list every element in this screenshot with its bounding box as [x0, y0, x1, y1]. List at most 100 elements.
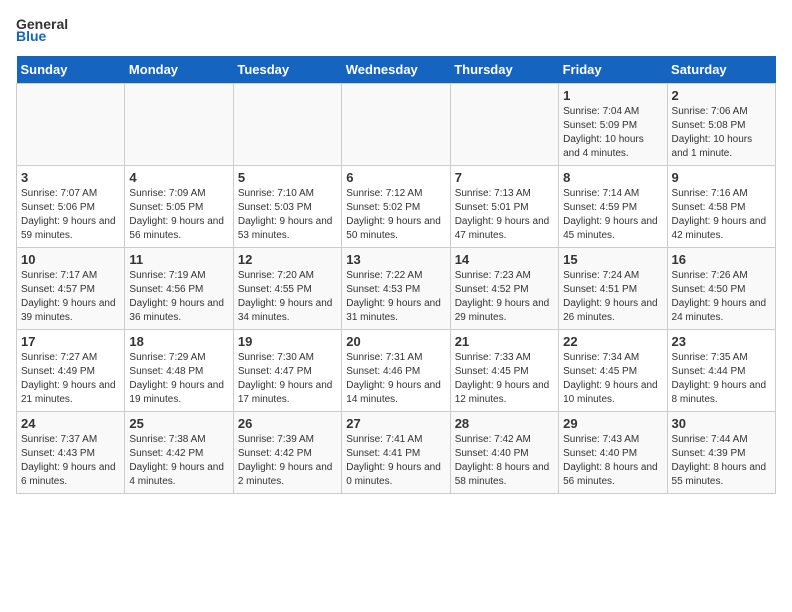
day-info: Sunrise: 7:14 AM Sunset: 4:59 PM Dayligh… [563, 187, 662, 243]
day-header-wednesday: Wednesday [342, 56, 450, 84]
calendar-cell [233, 84, 341, 166]
day-info: Sunrise: 7:22 AM Sunset: 4:53 PM Dayligh… [346, 269, 445, 325]
day-info: Sunrise: 7:10 AM Sunset: 5:03 PM Dayligh… [238, 187, 337, 243]
day-number: 11 [129, 252, 228, 267]
calendar-cell: 10 Sunrise: 7:17 AM Sunset: 4:57 PM Dayli… [17, 248, 125, 330]
day-info: Sunrise: 7:17 AM Sunset: 4:57 PM Dayligh… [21, 269, 120, 325]
day-header-monday: Monday [125, 56, 233, 84]
day-info: Sunrise: 7:07 AM Sunset: 5:06 PM Dayligh… [21, 187, 120, 243]
day-header-friday: Friday [559, 56, 667, 84]
calendar-cell: 20 Sunrise: 7:31 AM Sunset: 4:46 PM Dayli… [342, 330, 450, 412]
day-info: Sunrise: 7:37 AM Sunset: 4:43 PM Dayligh… [21, 433, 120, 489]
day-header-saturday: Saturday [667, 56, 775, 84]
day-number: 12 [238, 252, 337, 267]
calendar-cell: 8 Sunrise: 7:14 AM Sunset: 4:59 PM Daylig… [559, 166, 667, 248]
calendar-cell [450, 84, 558, 166]
day-number: 16 [672, 252, 771, 267]
day-number: 5 [238, 170, 337, 185]
day-info: Sunrise: 7:09 AM Sunset: 5:05 PM Dayligh… [129, 187, 228, 243]
day-number: 27 [346, 416, 445, 431]
day-number: 21 [455, 334, 554, 349]
day-info: Sunrise: 7:31 AM Sunset: 4:46 PM Dayligh… [346, 351, 445, 407]
day-number: 26 [238, 416, 337, 431]
day-info: Sunrise: 7:20 AM Sunset: 4:55 PM Dayligh… [238, 269, 337, 325]
day-number: 19 [238, 334, 337, 349]
day-info: Sunrise: 7:44 AM Sunset: 4:39 PM Dayligh… [672, 433, 771, 489]
day-header-tuesday: Tuesday [233, 56, 341, 84]
week-row-4: 17 Sunrise: 7:27 AM Sunset: 4:49 PM Dayli… [17, 330, 776, 412]
day-info: Sunrise: 7:16 AM Sunset: 4:58 PM Dayligh… [672, 187, 771, 243]
day-number: 10 [21, 252, 120, 267]
calendar-cell: 5 Sunrise: 7:10 AM Sunset: 5:03 PM Daylig… [233, 166, 341, 248]
day-info: Sunrise: 7:06 AM Sunset: 5:08 PM Dayligh… [672, 105, 771, 161]
day-header-row: SundayMondayTuesdayWednesdayThursdayFrid… [17, 56, 776, 84]
week-row-5: 24 Sunrise: 7:37 AM Sunset: 4:43 PM Dayli… [17, 412, 776, 494]
day-number: 18 [129, 334, 228, 349]
day-header-thursday: Thursday [450, 56, 558, 84]
day-number: 25 [129, 416, 228, 431]
day-number: 24 [21, 416, 120, 431]
calendar-cell: 14Sunrise: 7:23 AM Sunset: 4:52 PM Dayli… [450, 248, 558, 330]
day-info: Sunrise: 7:30 AM Sunset: 4:47 PM Dayligh… [238, 351, 337, 407]
calendar-cell: 1Sunrise: 7:04 AM Sunset: 5:09 PM Daylig… [559, 84, 667, 166]
day-info: Sunrise: 7:43 AM Sunset: 4:40 PM Dayligh… [563, 433, 662, 489]
day-info: Sunrise: 7:12 AM Sunset: 5:02 PM Dayligh… [346, 187, 445, 243]
calendar-cell: 21 Sunrise: 7:33 AM Sunset: 4:45 PM Dayli… [450, 330, 558, 412]
day-number: 17 [21, 334, 120, 349]
calendar-cell: 30 Sunrise: 7:44 AM Sunset: 4:39 PM Dayli… [667, 412, 775, 494]
day-number: 4 [129, 170, 228, 185]
day-number: 13 [346, 252, 445, 267]
calendar-cell: 23 Sunrise: 7:35 AM Sunset: 4:44 PM Dayli… [667, 330, 775, 412]
day-info: Sunrise: 7:27 AM Sunset: 4:49 PM Dayligh… [21, 351, 120, 407]
day-number: 30 [672, 416, 771, 431]
calendar-cell: 29 Sunrise: 7:43 AM Sunset: 4:40 PM Dayli… [559, 412, 667, 494]
day-number: 29 [563, 416, 662, 431]
calendar: SundayMondayTuesdayWednesdayThursdayFrid… [16, 56, 776, 494]
header: General Blue General Blue [16, 16, 776, 44]
week-row-2: 3 Sunrise: 7:07 AM Sunset: 5:06 PM Daylig… [17, 166, 776, 248]
calendar-cell: 16Sunrise: 7:26 AM Sunset: 4:50 PM Dayli… [667, 248, 775, 330]
day-info: Sunrise: 7:42 AM Sunset: 4:40 PM Dayligh… [455, 433, 554, 489]
calendar-cell: 22 Sunrise: 7:34 AM Sunset: 4:45 PM Dayli… [559, 330, 667, 412]
calendar-cell: 11 Sunrise: 7:19 AM Sunset: 4:56 PM Dayli… [125, 248, 233, 330]
day-header-sunday: Sunday [17, 56, 125, 84]
calendar-cell: 4 Sunrise: 7:09 AM Sunset: 5:05 PM Daylig… [125, 166, 233, 248]
day-number: 23 [672, 334, 771, 349]
day-info: Sunrise: 7:23 AM Sunset: 4:52 PM Dayligh… [455, 269, 554, 325]
calendar-cell: 15Sunrise: 7:24 AM Sunset: 4:51 PM Dayli… [559, 248, 667, 330]
day-number: 15 [563, 252, 662, 267]
week-row-3: 10 Sunrise: 7:17 AM Sunset: 4:57 PM Dayli… [17, 248, 776, 330]
day-info: Sunrise: 7:19 AM Sunset: 4:56 PM Dayligh… [129, 269, 228, 325]
day-info: Sunrise: 7:39 AM Sunset: 4:42 PM Dayligh… [238, 433, 337, 489]
day-info: Sunrise: 7:38 AM Sunset: 4:42 PM Dayligh… [129, 433, 228, 489]
calendar-cell: 24 Sunrise: 7:37 AM Sunset: 4:43 PM Dayli… [17, 412, 125, 494]
week-row-1: 1Sunrise: 7:04 AM Sunset: 5:09 PM Daylig… [17, 84, 776, 166]
day-number: 2 [672, 88, 771, 103]
day-info: Sunrise: 7:29 AM Sunset: 4:48 PM Dayligh… [129, 351, 228, 407]
day-number: 8 [563, 170, 662, 185]
day-number: 7 [455, 170, 554, 185]
day-info: Sunrise: 7:41 AM Sunset: 4:41 PM Dayligh… [346, 433, 445, 489]
day-number: 20 [346, 334, 445, 349]
calendar-cell: 17 Sunrise: 7:27 AM Sunset: 4:49 PM Dayli… [17, 330, 125, 412]
day-number: 3 [21, 170, 120, 185]
calendar-cell: 2 Sunrise: 7:06 AM Sunset: 5:08 PM Daylig… [667, 84, 775, 166]
day-info: Sunrise: 7:34 AM Sunset: 4:45 PM Dayligh… [563, 351, 662, 407]
day-info: Sunrise: 7:33 AM Sunset: 4:45 PM Dayligh… [455, 351, 554, 407]
logo: General Blue General Blue [16, 16, 68, 44]
day-number: 22 [563, 334, 662, 349]
calendar-cell: 13 Sunrise: 7:22 AM Sunset: 4:53 PM Dayli… [342, 248, 450, 330]
day-number: 28 [455, 416, 554, 431]
calendar-cell [125, 84, 233, 166]
calendar-cell: 25 Sunrise: 7:38 AM Sunset: 4:42 PM Dayli… [125, 412, 233, 494]
calendar-cell: 18 Sunrise: 7:29 AM Sunset: 4:48 PM Dayli… [125, 330, 233, 412]
calendar-cell [342, 84, 450, 166]
calendar-cell: 3 Sunrise: 7:07 AM Sunset: 5:06 PM Daylig… [17, 166, 125, 248]
day-number: 1 [563, 88, 662, 103]
day-number: 9 [672, 170, 771, 185]
day-info: Sunrise: 7:13 AM Sunset: 5:01 PM Dayligh… [455, 187, 554, 243]
calendar-cell: 26 Sunrise: 7:39 AM Sunset: 4:42 PM Dayli… [233, 412, 341, 494]
calendar-cell: 7 Sunrise: 7:13 AM Sunset: 5:01 PM Daylig… [450, 166, 558, 248]
day-number: 6 [346, 170, 445, 185]
day-info: Sunrise: 7:35 AM Sunset: 4:44 PM Dayligh… [672, 351, 771, 407]
